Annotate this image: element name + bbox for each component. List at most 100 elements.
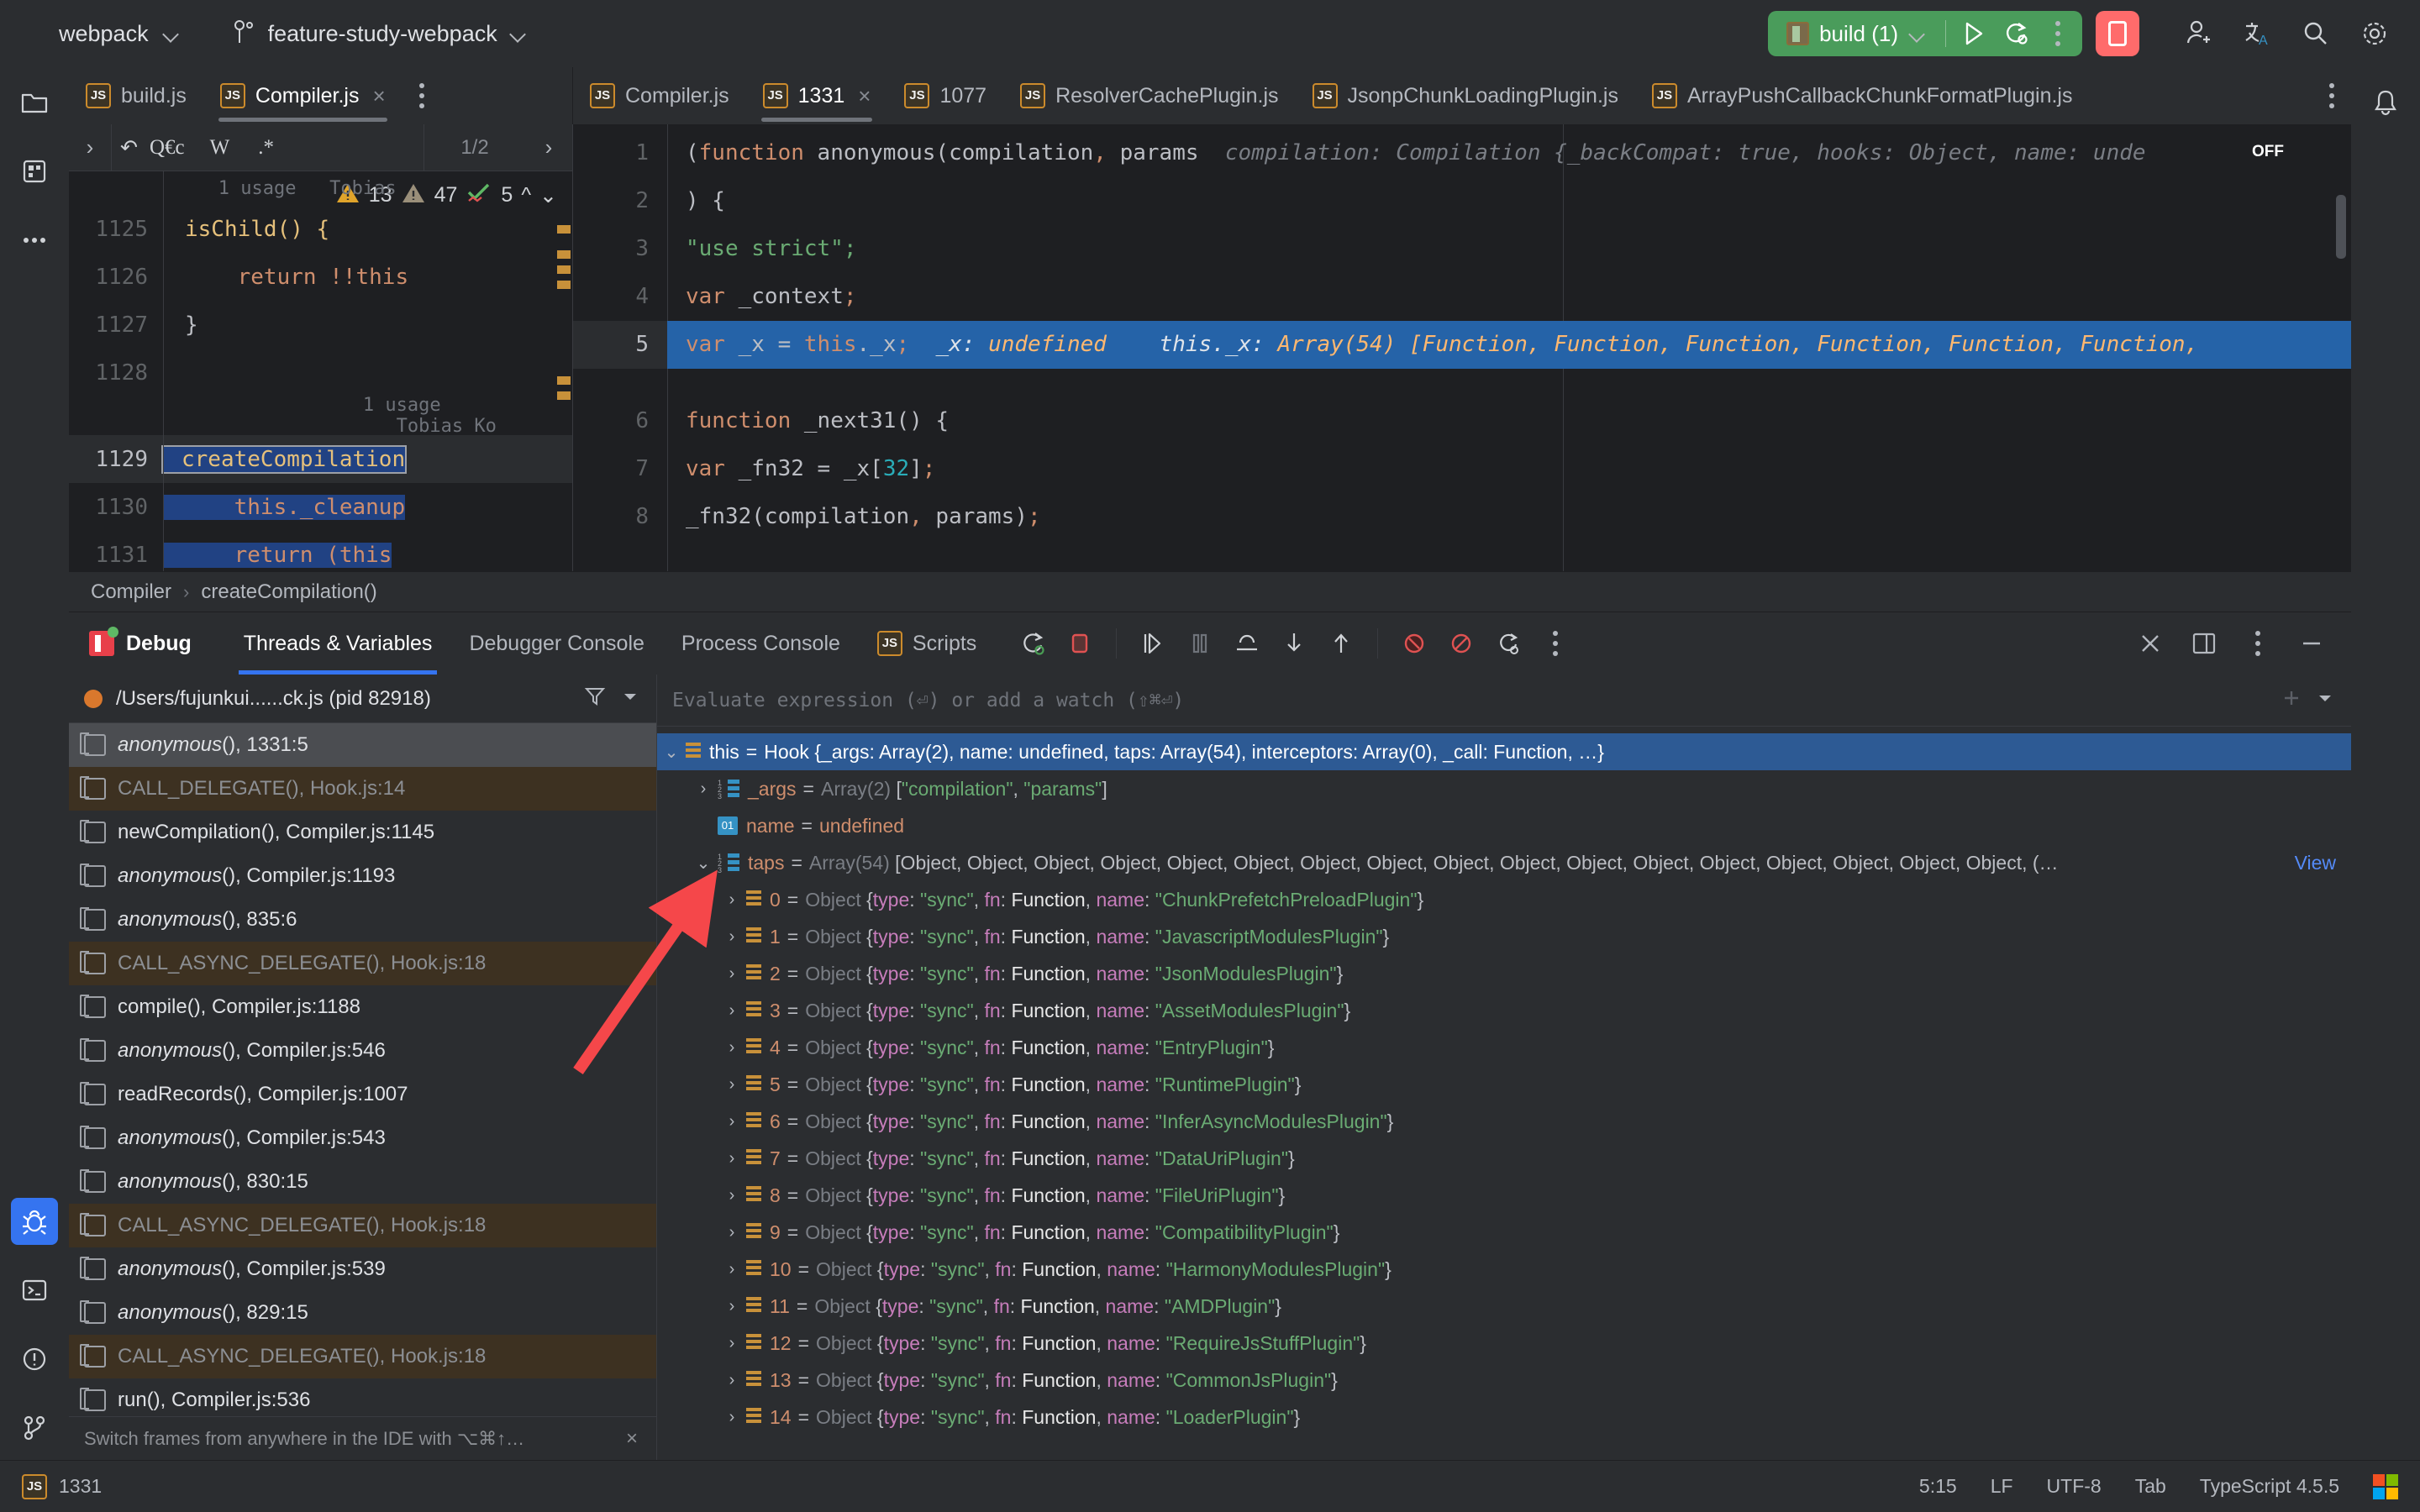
words-icon[interactable]: W bbox=[210, 136, 230, 160]
chevron-right-icon[interactable]: › bbox=[718, 1297, 746, 1316]
frame-item[interactable]: CALL_DELEGATE(), Hook.js:14 bbox=[69, 767, 656, 811]
tab-debugger-console[interactable]: Debugger Console bbox=[450, 612, 662, 675]
code-line-1[interactable]: 1 (function anonymous(compilation, param… bbox=[573, 129, 2351, 177]
inlay-off-badge[interactable]: OFF bbox=[2252, 143, 2284, 161]
frame-item[interactable]: anonymous(), 1331:5 bbox=[69, 723, 656, 767]
minimize-icon[interactable] bbox=[2292, 624, 2331, 663]
frame-item[interactable]: compile(), Compiler.js:1188 bbox=[69, 985, 656, 1029]
close-icon[interactable]: × bbox=[858, 83, 871, 109]
error-stripe-marker[interactable] bbox=[557, 391, 571, 400]
caret-position[interactable]: 5:15 bbox=[1919, 1475, 1957, 1498]
add-user-icon[interactable] bbox=[2175, 10, 2222, 57]
run-icon[interactable] bbox=[1954, 14, 1993, 53]
restore-layout-icon[interactable] bbox=[1489, 624, 1528, 663]
chevron-down-icon[interactable] bbox=[619, 685, 641, 711]
tab-threads-and-variables[interactable]: Threads & Variables bbox=[225, 612, 451, 675]
version-control-icon[interactable] bbox=[11, 1404, 58, 1452]
error-stripe-marker[interactable] bbox=[557, 250, 571, 259]
regex-icon[interactable]: .* bbox=[258, 136, 274, 160]
close-icon[interactable] bbox=[2131, 624, 2170, 663]
view-breakpoints-icon[interactable] bbox=[1442, 624, 1481, 663]
resume-icon[interactable] bbox=[1134, 624, 1172, 663]
settings-icon[interactable] bbox=[2351, 10, 2398, 57]
taps-item-row[interactable]: ›14=Object {type: "sync", fn: Function, … bbox=[657, 1399, 2351, 1436]
chevron-right-icon[interactable]: › bbox=[718, 927, 746, 947]
close-icon[interactable]: × bbox=[372, 83, 385, 109]
more-tool-windows-icon[interactable] bbox=[11, 217, 58, 264]
more-options-icon[interactable] bbox=[2039, 14, 2077, 53]
tab-compiler-js-2[interactable]: JS Compiler.js bbox=[573, 67, 746, 124]
breadcrumb-item-compiler[interactable]: Compiler bbox=[91, 580, 171, 604]
left-code-line[interactable]: 1127 } bbox=[69, 301, 572, 349]
project-selector[interactable]: webpack bbox=[50, 16, 189, 52]
taps-item-row[interactable]: ›12=Object {type: "sync", fn: Function, … bbox=[657, 1325, 2351, 1362]
variable-row-this[interactable]: ⌄ this = Hook {_args: Array(2), name: un… bbox=[657, 733, 2351, 770]
right-editor[interactable]: 1 (function anonymous(compilation, param… bbox=[573, 124, 2351, 571]
more-icon[interactable] bbox=[1536, 624, 1575, 663]
chevron-right-icon[interactable]: › bbox=[718, 1260, 746, 1279]
taps-item-row[interactable]: ›10=Object {type: "sync", fn: Function, … bbox=[657, 1251, 2351, 1288]
code-line-5[interactable]: 5 var _x = this._x; _x: undefined this._… bbox=[573, 321, 2351, 369]
chevron-down-icon[interactable]: ⌄ bbox=[689, 853, 718, 874]
variable-row-name[interactable]: 01 name = undefined bbox=[657, 807, 2351, 844]
mute-breakpoints-icon[interactable] bbox=[1395, 624, 1434, 663]
chevron-right-icon[interactable]: › bbox=[718, 1001, 746, 1021]
frame-item[interactable]: anonymous(), 835:6 bbox=[69, 898, 656, 942]
left-code-line[interactable]: 1130 this._cleanup bbox=[69, 483, 572, 531]
pause-icon[interactable] bbox=[1181, 624, 1219, 663]
evaluate-input[interactable]: Evaluate expression (⏎) or add a watch (… bbox=[672, 690, 2269, 711]
frame-item[interactable]: anonymous(), 830:15 bbox=[69, 1160, 656, 1204]
chevron-right-icon[interactable]: › bbox=[718, 1334, 746, 1353]
branch-selector[interactable]: feature-study-webpack bbox=[224, 14, 536, 54]
taps-item-row[interactable]: ›3=Object {type: "sync", fn: Function, n… bbox=[657, 992, 2351, 1029]
file-encoding[interactable]: UTF-8 bbox=[2047, 1475, 2102, 1498]
tab-compiler-js[interactable]: JS Compiler.js × bbox=[203, 67, 402, 124]
step-over-icon[interactable] bbox=[1228, 624, 1266, 663]
frame-item[interactable]: newCompilation(), Compiler.js:1145 bbox=[69, 811, 656, 854]
variable-row-args[interactable]: › 123 _args = Array(2) ["compilation", "… bbox=[657, 770, 2351, 807]
translate-icon[interactable]: A bbox=[2233, 10, 2281, 57]
tab-overflow-button-right[interactable] bbox=[2312, 67, 2351, 124]
frame-item[interactable]: anonymous(), 829:15 bbox=[69, 1291, 656, 1335]
chevron-right-icon[interactable]: › bbox=[689, 780, 718, 799]
debug-tool-window-icon[interactable] bbox=[11, 1198, 58, 1245]
taps-item-row[interactable]: ›9=Object {type: "sync", fn: Function, n… bbox=[657, 1214, 2351, 1251]
chevron-right-icon[interactable]: › bbox=[718, 1149, 746, 1168]
project-view-icon[interactable] bbox=[11, 79, 58, 126]
taps-item-row[interactable]: ›4=Object {type: "sync", fn: Function, n… bbox=[657, 1029, 2351, 1066]
evaluate-expression-bar[interactable]: Evaluate expression (⏎) or add a watch (… bbox=[657, 675, 2351, 727]
filter-icon[interactable] bbox=[584, 685, 606, 711]
taps-item-row[interactable]: ›11=Object {type: "sync", fn: Function, … bbox=[657, 1288, 2351, 1325]
history-icon[interactable]: ↶ bbox=[120, 135, 138, 160]
code-line-8[interactable]: 8 _fn32(compilation, params); bbox=[573, 493, 2351, 541]
problems-icon[interactable] bbox=[11, 1336, 58, 1383]
breadcrumb-item-createcompilation[interactable]: createCompilation() bbox=[201, 580, 376, 604]
rerun-icon[interactable] bbox=[1013, 624, 1052, 663]
chevron-right-icon[interactable]: › bbox=[718, 1223, 746, 1242]
indent-setting[interactable]: Tab bbox=[2135, 1475, 2166, 1498]
layout-icon[interactable] bbox=[2185, 624, 2223, 663]
search-icon[interactable] bbox=[2292, 10, 2339, 57]
error-stripe-marker[interactable] bbox=[557, 225, 571, 234]
tab-scripts[interactable]: JS Scripts bbox=[859, 612, 995, 675]
notifications-icon[interactable] bbox=[2362, 79, 2409, 126]
frame-item[interactable]: anonymous(), Compiler.js:546 bbox=[69, 1029, 656, 1073]
error-stripe-marker[interactable] bbox=[557, 281, 571, 289]
frame-item[interactable]: CALL_ASYNC_DELEGATE(), Hook.js:18 bbox=[69, 942, 656, 985]
tab-resolvercacheplugin-js[interactable]: JS ResolverCachePlugin.js bbox=[1003, 67, 1295, 124]
tab-jsonpchunkloadingplugin-js[interactable]: JS JsonpChunkLoadingPlugin.js bbox=[1296, 67, 1635, 124]
frame-item[interactable]: anonymous(), Compiler.js:543 bbox=[69, 1116, 656, 1160]
taps-item-row[interactable]: ›7=Object {type: "sync", fn: Function, n… bbox=[657, 1140, 2351, 1177]
match-case-icon[interactable]: Q€c bbox=[150, 136, 185, 160]
chevron-right-icon[interactable]: › bbox=[718, 964, 746, 984]
find-next-icon[interactable]: › bbox=[525, 134, 572, 160]
code-line-3[interactable]: 3 "use strict"; bbox=[573, 225, 2351, 273]
tab-1077[interactable]: JS 1077 bbox=[887, 67, 1003, 124]
chevron-down-icon[interactable] bbox=[2314, 687, 2336, 713]
frame-item[interactable]: CALL_ASYNC_DELEGATE(), Hook.js:18 bbox=[69, 1335, 656, 1378]
tab-build-js[interactable]: JS build.js bbox=[69, 67, 203, 124]
step-into-icon[interactable] bbox=[1275, 624, 1313, 663]
chevron-right-icon[interactable]: › bbox=[718, 1371, 746, 1390]
left-code-line[interactable]: 1126 return !!this bbox=[69, 253, 572, 301]
code-line-6[interactable]: 6 function _next31() { bbox=[573, 397, 2351, 445]
